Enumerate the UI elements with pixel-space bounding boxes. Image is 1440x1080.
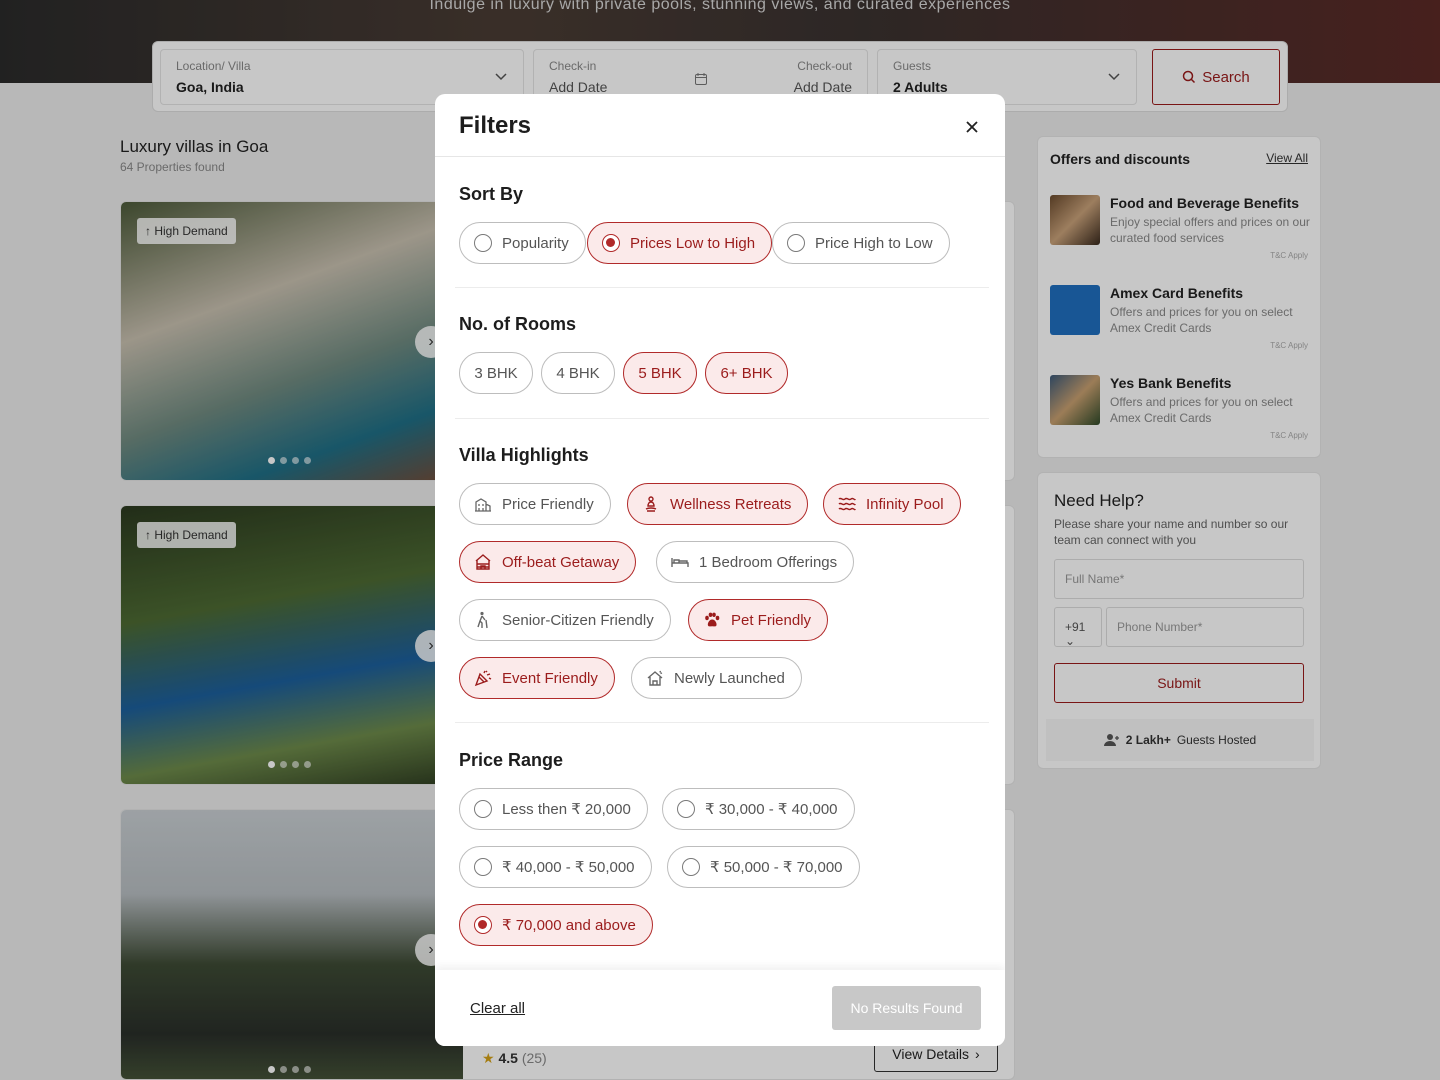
close-button[interactable] [961, 116, 983, 138]
highlight-1-bedroom-offerings[interactable]: 1 Bedroom Offerings [656, 541, 855, 583]
divider [455, 287, 989, 288]
highlight-pet-friendly[interactable]: Pet Friendly [688, 599, 829, 641]
bed-icon [671, 558, 689, 567]
new-home-icon [647, 670, 663, 686]
room-option-5bhk[interactable]: 5 BHK [623, 352, 697, 394]
price-option-70k-above[interactable]: ₹ 70,000 and above [459, 904, 653, 946]
price-option-under-20k[interactable]: Less then ₹ 20,000 [459, 788, 648, 830]
modal-footer: Clear all No Results Found [435, 970, 1005, 1046]
price-range-title: Price Range [459, 750, 564, 770]
senior-walking-icon [477, 611, 488, 629]
clear-all-link[interactable]: Clear all [470, 1000, 525, 1017]
price-option-30k-40k[interactable]: ₹ 30,000 - ₹ 40,000 [662, 788, 855, 830]
price-option-40k-50k[interactable]: ₹ 40,000 - ₹ 50,000 [459, 846, 652, 888]
sort-by-title: Sort By [459, 184, 524, 204]
room-option-3bhk[interactable]: 3 BHK [459, 352, 533, 394]
sort-option-price-high-low[interactable]: Price High to Low [772, 222, 950, 264]
room-option-4bhk[interactable]: 4 BHK [541, 352, 615, 394]
filters-modal: Filters Sort By Popularity Prices Low to… [435, 94, 1005, 1046]
pool-waves-icon [838, 497, 856, 511]
highlight-newly-launched[interactable]: Newly Launched [631, 657, 802, 699]
highlight-event-friendly[interactable]: Event Friendly [459, 657, 615, 699]
modal-header: Filters [435, 94, 1005, 157]
radio-icon [787, 234, 805, 252]
price-option-50k-70k[interactable]: ₹ 50,000 - ₹ 70,000 [667, 846, 860, 888]
paw-icon [705, 612, 720, 627]
rooms-title: No. of Rooms [459, 314, 576, 334]
sort-option-price-low-high[interactable]: Prices Low to High [587, 222, 773, 264]
radio-icon [474, 800, 492, 818]
sort-option-popularity[interactable]: Popularity [459, 222, 586, 264]
radio-icon [474, 916, 492, 934]
highlight-infinity-pool[interactable]: Infinity Pool [823, 483, 961, 525]
apply-filters-button[interactable]: No Results Found [832, 986, 981, 1030]
highlight-senior-citizen-friendly[interactable]: Senior-Citizen Friendly [459, 599, 671, 641]
meditation-icon [645, 496, 657, 512]
close-icon [966, 121, 978, 133]
radio-icon [682, 858, 700, 876]
radio-icon [602, 234, 620, 252]
party-popper-icon [474, 670, 492, 687]
highlights-title: Villa Highlights [459, 445, 589, 465]
cabin-icon [475, 554, 491, 570]
building-icon [475, 498, 491, 512]
modal-title: Filters [459, 112, 532, 139]
highlight-price-friendly[interactable]: Price Friendly [459, 483, 611, 525]
radio-icon [474, 234, 492, 252]
radio-icon [474, 858, 492, 876]
highlight-wellness-retreats[interactable]: Wellness Retreats [627, 483, 809, 525]
divider [455, 418, 989, 419]
radio-icon [677, 800, 695, 818]
highlight-offbeat-getaway[interactable]: Off-beat Getaway [459, 541, 637, 583]
room-option-6plus-bhk[interactable]: 6+ BHK [705, 352, 788, 394]
divider [455, 722, 989, 723]
